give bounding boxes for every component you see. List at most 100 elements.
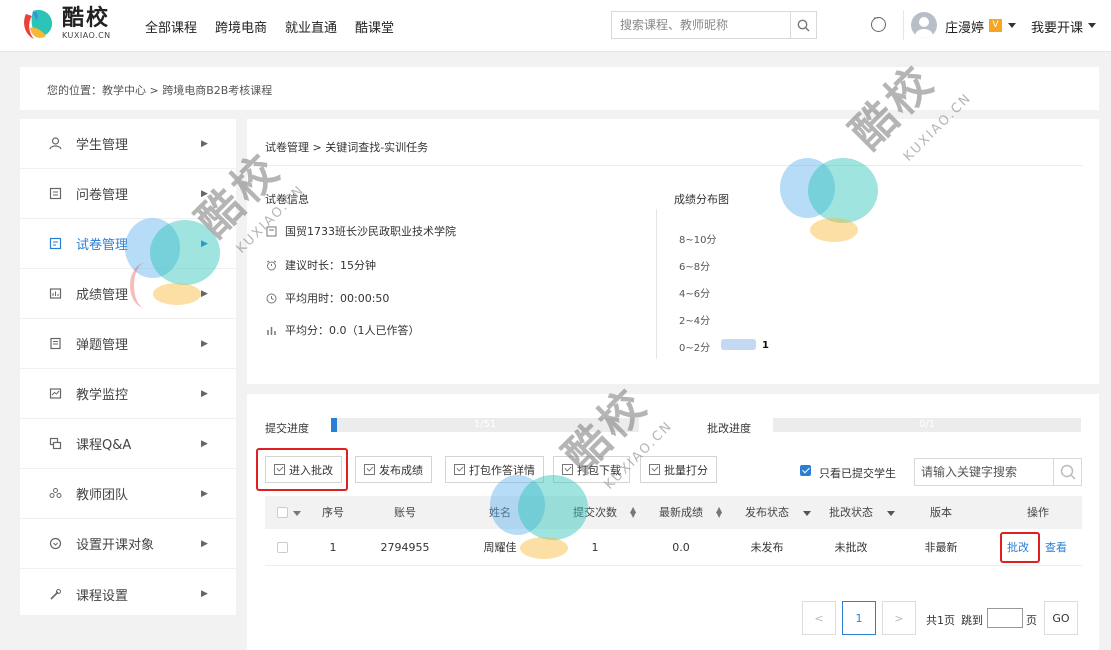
class-name-row: 国贸1733班长沙民政职业技术学院 [265, 223, 456, 239]
button-label: 发布成绩 [379, 463, 423, 477]
sidebar-item-label: 试卷管理 [76, 238, 129, 253]
nav-cross-border[interactable]: 跨境电商 [215, 17, 267, 36]
nav-all-courses[interactable]: 全部课程 [145, 17, 197, 36]
survey-icon [48, 187, 62, 201]
sidebar-item-monitor[interactable]: 教学监控 ▶ [20, 369, 236, 419]
dist-range-label: 8~10分 [679, 235, 717, 246]
search-button[interactable] [790, 12, 816, 38]
sidebar-item-label: 设置开课对象 [76, 538, 155, 553]
sidebar-item-team[interactable]: 教师团队 ▶ [20, 469, 236, 519]
submit-progress-label: 提交进度 [265, 422, 309, 435]
exam-icon [48, 237, 62, 251]
class-name: 国贸1733班长沙民政职业技术学院 [285, 225, 456, 238]
clock-icon [265, 292, 277, 304]
message-icon[interactable] [871, 14, 886, 32]
view-link[interactable]: 查看 [1041, 529, 1071, 566]
chevron-down-icon[interactable] [887, 511, 895, 516]
suggested-time: 建议时长：15分钟 [285, 259, 376, 272]
avatar[interactable] [911, 12, 937, 38]
divider [656, 209, 657, 359]
header-divider [903, 10, 904, 40]
review-progress-bar: 0/1 [773, 418, 1081, 432]
avg-time-row: 平均用时：00:00:50 [265, 290, 389, 306]
top-header: 酷校 KUXIAO.CN 全部课程 跨境电商 就业直通 酷课堂 庄漫婷 V 我要… [0, 0, 1111, 52]
sidebar-item-label: 弹题管理 [76, 338, 129, 353]
chevron-right-icon: ▶ [201, 138, 208, 149]
vip-badge-icon: V [989, 19, 1002, 32]
column-header: 操作 [1027, 506, 1049, 519]
keyword-search-button[interactable] [1053, 459, 1081, 485]
page-title: 试卷管理 > 关键词查找-实训任务 [265, 141, 429, 154]
total-pages: 共1页 [926, 614, 955, 627]
chevron-down-icon[interactable] [1008, 23, 1016, 28]
search-input[interactable] [612, 12, 790, 38]
bar-chart-icon [265, 324, 277, 336]
sidebar-item-qa[interactable]: 课程Q&A ▶ [20, 419, 236, 469]
column-header[interactable]: 批改状态 [821, 496, 881, 529]
column-header: 序号 [322, 506, 344, 519]
column-header[interactable]: 发布状态 [737, 496, 797, 529]
sidebar-item-grade[interactable]: 成绩管理 ▶ [20, 269, 236, 319]
print-details-button[interactable]: 打包作答详情 [445, 456, 544, 483]
divider [265, 165, 1083, 166]
publish-scores-button[interactable]: 发布成绩 [355, 456, 432, 483]
next-page-button[interactable]: > [882, 601, 916, 635]
column-header: 账号 [394, 506, 416, 519]
go-button[interactable]: GO [1044, 601, 1078, 635]
chevron-down-icon[interactable] [803, 511, 811, 516]
dist-range-label: 4~6分 [679, 289, 711, 300]
suggested-time-row: 建议时长：15分钟 [265, 257, 376, 273]
page-unit: 页 [1026, 614, 1037, 627]
sidebar-item-label: 学生管理 [76, 138, 129, 153]
highlight-box [256, 448, 348, 491]
avg-time: 平均用时：00:00:50 [285, 292, 390, 305]
column-header[interactable]: 最新成绩 [651, 496, 711, 529]
keyword-search-input[interactable] [915, 459, 1051, 485]
cell-submits: 1 [591, 541, 599, 554]
exam-info-panel: 试卷管理 > 关键词查找-实训任务 试卷信息 国贸1733班长沙民政职业技术学院… [247, 119, 1099, 384]
sidebar-item-target[interactable]: 设置开课对象 ▶ [20, 519, 236, 569]
search-icon [1060, 464, 1076, 480]
only-submitted-checkbox[interactable] [800, 465, 811, 476]
chevron-down-icon[interactable] [1088, 23, 1096, 28]
row-checkbox[interactable] [277, 542, 288, 553]
nav-employment[interactable]: 就业直通 [285, 17, 337, 36]
column-header[interactable]: 提交次数 [565, 496, 625, 529]
breadcrumb-text: 您的位置：教学中心 > 跨境电商B2B考核课程 [47, 84, 273, 97]
dist-count: 1 [762, 340, 769, 351]
download-icon [562, 464, 573, 475]
button-label: 批量打分 [664, 463, 708, 477]
cell-account: 2794955 [380, 541, 430, 554]
open-course-menu[interactable]: 我要开课 [1031, 17, 1083, 36]
page-number[interactable]: 1 [842, 601, 876, 635]
alarm-clock-icon [265, 259, 277, 271]
sidebar-item-popup-question[interactable]: 弹题管理 ▶ [20, 319, 236, 369]
sort-icon[interactable]: ▲ ▼ [630, 506, 636, 519]
review-progress-label: 批改进度 [707, 422, 751, 435]
search-icon [797, 19, 810, 31]
settings-icon [48, 587, 62, 601]
edit-icon [649, 464, 660, 475]
score-distribution-title: 成绩分布图 [674, 193, 729, 206]
batch-score-button[interactable]: 批量打分 [640, 456, 717, 483]
jump-page-input[interactable] [987, 608, 1023, 628]
logo-icon [24, 9, 53, 39]
logo-name-en: KUXIAO.CN [62, 31, 111, 40]
cell-score: 0.0 [672, 541, 690, 554]
cell-publish-status: 未发布 [750, 541, 784, 554]
prev-page-button[interactable]: < [802, 601, 836, 635]
sort-icon[interactable]: ▲ ▼ [716, 506, 722, 519]
logo[interactable]: 酷校 KUXIAO.CN [20, 6, 111, 42]
cell-index: 1 [329, 541, 337, 554]
jump-label: 跳到 [961, 614, 983, 627]
nav-kuketang[interactable]: 酷课堂 [355, 17, 394, 36]
sidebar-item-settings[interactable]: 课程设置 ▶ [20, 569, 236, 619]
student-icon [48, 137, 62, 151]
user-name[interactable]: 庄漫婷 [945, 17, 984, 36]
chevron-down-icon[interactable] [293, 511, 301, 516]
sidebar-item-label: 教学监控 [76, 388, 129, 403]
team-icon [48, 487, 62, 501]
select-all-checkbox[interactable] [277, 507, 288, 518]
sidebar-item-label: 教师团队 [76, 488, 129, 503]
sidebar-item-student[interactable]: 学生管理 ▶ [20, 119, 236, 169]
